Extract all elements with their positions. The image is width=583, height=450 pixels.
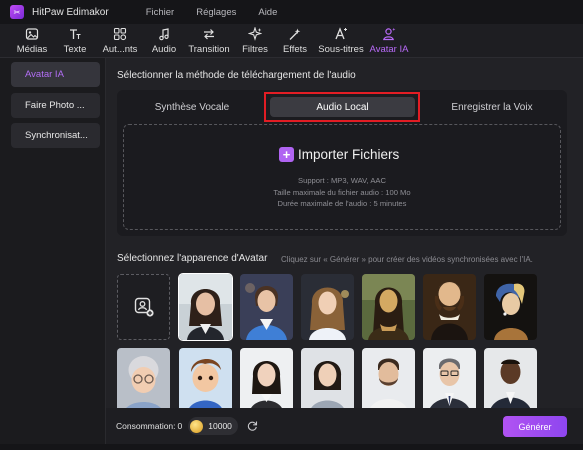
tab-audio-local[interactable]: Audio Local (270, 97, 415, 117)
avatar-tile[interactable] (240, 348, 293, 414)
avatar-tile[interactable] (179, 348, 232, 414)
sidebar-item-synchronisation[interactable]: Synchronisat... (11, 123, 100, 148)
max-duration: Durée maximale de l'audio : 5 minutes (277, 199, 407, 208)
avatar-man-dark-suit-image (484, 348, 537, 414)
avatar-woman-grey-shirt-image (301, 348, 354, 414)
tool-texte[interactable]: Texte (56, 24, 94, 58)
tool-label: Effets (282, 44, 308, 55)
menu-reglages[interactable]: Réglages (196, 7, 236, 18)
elements-icon (113, 27, 127, 41)
tool-transition[interactable]: Transition (182, 24, 236, 58)
add-photo-icon (134, 297, 154, 317)
audio-icon (159, 28, 169, 41)
subtitles-icon (335, 27, 347, 40)
avatar-tile[interactable] (362, 274, 415, 340)
footer-bar: Consommation: 0 10000 Générer (106, 408, 583, 444)
tool-medias[interactable]: Médias (8, 24, 56, 58)
audio-upload-panel: Synthèse Vocale Audio Local Enregistrer … (117, 90, 567, 236)
avatar-tile[interactable] (240, 274, 293, 340)
avatar-tile[interactable] (484, 274, 537, 340)
tool-effets[interactable]: Effets (274, 24, 316, 58)
avatar-section-title: Sélectionnez l'apparence d'Avatar (117, 253, 268, 264)
sidebar-item-faire-photo[interactable]: Faire Photo ... (11, 93, 100, 118)
import-files-label: Importer Fichiers (298, 147, 400, 162)
avatar-tile[interactable] (423, 348, 476, 414)
coin-icon (190, 419, 204, 433)
audio-method-tabs: Synthèse Vocale Audio Local Enregistrer … (117, 90, 567, 122)
sidebar: Avatar IA Faire Photo ... Synchronisat..… (0, 58, 106, 450)
coin-amount: 10000 (208, 421, 232, 431)
sidebar-item-avatar-ia[interactable]: Avatar IA (11, 62, 100, 87)
tool-label: Médias (16, 44, 48, 55)
avatar-man-glasses-image (423, 348, 476, 414)
text-icon (70, 29, 81, 39)
tool-label: Transition (188, 44, 230, 55)
tool-label: Filtres (242, 44, 268, 55)
media-icon (25, 28, 39, 40)
tool-audio[interactable]: Audio (146, 24, 182, 58)
avatar-tile[interactable] (362, 348, 415, 414)
avatar-grandma-cartoon-image (117, 348, 170, 414)
avatar-man-beard-image (362, 348, 415, 414)
avatar-section-hint: Cliquez sur « Générer » pour créer des v… (281, 255, 533, 264)
audio-dropzone[interactable]: + Importer Fichiers Support : MP3, WAV, … (123, 124, 561, 230)
generate-button[interactable]: Générer (503, 416, 567, 437)
tool-label: Audio (151, 44, 177, 55)
avatar-pearl-earring-image (484, 274, 537, 340)
main-toolbar: Médias Texte Aut...nts Audio Transition … (0, 24, 583, 58)
consumption-label: Consommation: (116, 421, 176, 431)
supported-formats: Support : MP3, WAV, AAC (298, 176, 386, 185)
tool-label: Sous-titres (318, 44, 364, 55)
consumption-value: 0 (177, 421, 183, 431)
transition-icon (204, 29, 214, 40)
avatar-tile[interactable] (117, 348, 170, 414)
plus-icon: + (279, 147, 294, 162)
coin-balance-badge: 10000 (188, 417, 238, 435)
avatar-boy-cartoon-image (179, 348, 232, 414)
main-panel: Sélectionner la méthode de téléchargemen… (106, 58, 583, 414)
menu-fichier[interactable]: Fichier (146, 7, 175, 18)
app-logo-icon: ✂ (10, 5, 24, 19)
refresh-icon[interactable] (246, 420, 258, 432)
avatar-mona-lisa-image (362, 274, 415, 340)
max-file-size: Taille maximale du fichier audio : 100 M… (273, 188, 411, 197)
title-bar: ✂ HitPaw Edimakor Fichier Réglages Aide (0, 0, 583, 24)
tab-synthese-vocale[interactable]: Synthèse Vocale (122, 97, 262, 118)
filters-icon (248, 27, 262, 41)
add-avatar-button[interactable] (117, 274, 170, 340)
avatar-tile[interactable] (178, 273, 233, 341)
tool-label: Avatar IA (369, 44, 409, 55)
tab-enregistrer-voix[interactable]: Enregistrer la Voix (422, 97, 562, 118)
avatar-tile[interactable] (484, 348, 537, 414)
avatar-woman-blue-suit-image (240, 274, 293, 340)
effects-icon (289, 28, 301, 40)
tool-label: Aut...nts (102, 44, 138, 55)
avatar-tile[interactable] (423, 274, 476, 340)
app-name: HitPaw Edimakor (32, 6, 109, 18)
tool-avatar-ia[interactable]: Avatar IA (366, 24, 412, 58)
avatar-woman-dark-hair-image (240, 348, 293, 414)
avatar-woman-office-image (179, 274, 232, 340)
tool-sous-titres[interactable]: Sous-titres (316, 24, 366, 58)
tool-label: Texte (63, 44, 87, 55)
tool-elements[interactable]: Aut...nts (94, 24, 146, 58)
bottom-strip (0, 444, 583, 450)
avatar-tile[interactable] (301, 274, 354, 340)
avatar-ai-icon (383, 27, 396, 41)
import-files-button[interactable]: + Importer Fichiers (279, 147, 399, 162)
audio-method-title: Sélectionner la méthode de téléchargemen… (117, 70, 356, 81)
avatar-tile[interactable] (301, 348, 354, 414)
avatar-shakespeare-image (423, 274, 476, 340)
menu-aide[interactable]: Aide (258, 7, 277, 18)
avatar-woman-blonde-image (301, 274, 354, 340)
tool-filtres[interactable]: Filtres (236, 24, 274, 58)
